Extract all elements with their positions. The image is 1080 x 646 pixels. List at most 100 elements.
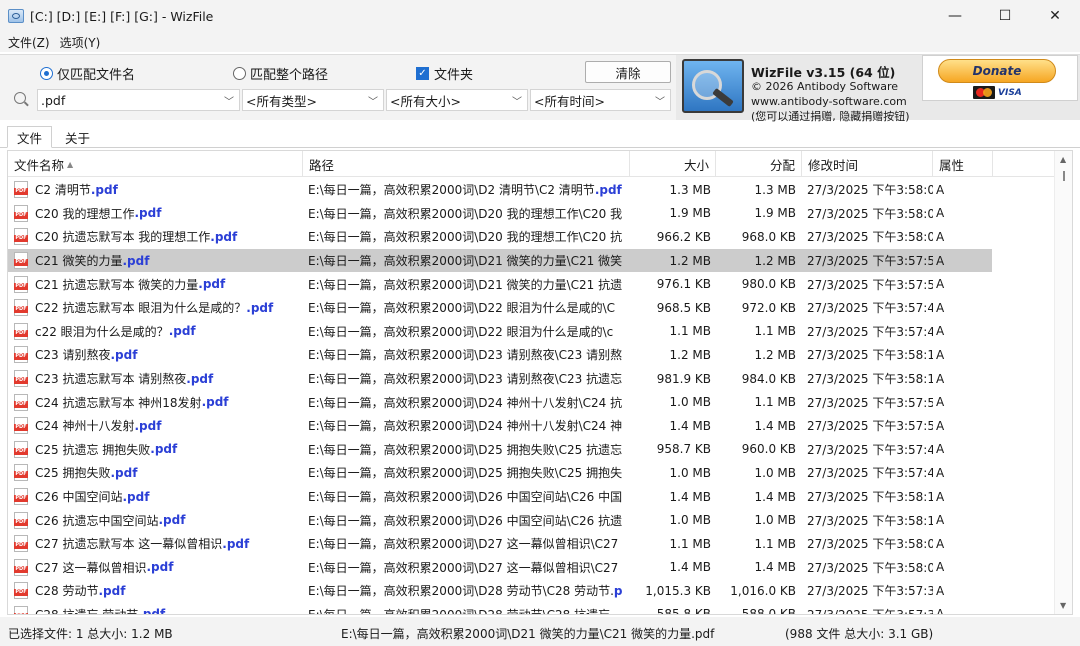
path-text: E:\每日一篇，高效积累2000词\D22 眼泪为什么是咸的\c [308,324,614,339]
file-extension: .pdf [222,536,250,551]
chevron-down-icon[interactable]: ﹀ [368,93,378,108]
tab-files[interactable]: 文件 [7,126,53,148]
size-cell: 585.8 KB [656,607,711,615]
folder-checkbox[interactable]: ✓ 文件夹 [416,64,473,83]
table-row[interactable]: C24 抗遗忘默写本 神州18发射.pdf E:\每日一篇，高效积累2000词\D… [8,390,1054,414]
file-extension: .pdf [146,560,174,575]
pdf-file-icon [14,252,28,270]
path-extension: .pdf [594,182,622,197]
path-text: E:\每日一篇，高效积累2000词\D27 这一幕似曾相识\C27 [308,537,619,552]
file-extension: .pdf [90,182,118,197]
product-title: WizFile v3.15 (64 位) [751,65,896,80]
column-header-modified[interactable]: 修改时间 [802,151,933,177]
attr-cell: A [936,347,945,362]
column-header-size[interactable]: 大小 [630,151,716,177]
tab-about[interactable]: 关于 [56,126,99,148]
table-row[interactable]: C21 微笑的力量.pdf E:\每日一篇，高效积累2000词\D21 微笑的力量… [8,248,992,273]
file-extension: .pdf [122,489,150,504]
path-cell: E:\每日一篇，高效积累2000词\D20 我的理想工作\C20 我 [308,202,626,226]
table-row[interactable]: C26 抗遗忘中国空间站.pdf E:\每日一篇，高效积累2000词\D26 中国… [8,508,1054,532]
file-name-cell: C28 劳动节.pdf [14,579,304,603]
brand-panel: WizFile v3.15 (64 位) © 2026 Antibody Sof… [676,54,1080,123]
table-row[interactable]: C20 抗遗忘默写本 我的理想工作.pdf E:\每日一篇，高效积累2000词\D… [8,225,1054,249]
table-row[interactable]: C25 抗遗忘 拥抱失败.pdf E:\每日一篇，高效积累2000词\D25 拥抱… [8,438,1054,462]
modified-cell: 27/3/2025 下午3:58:02 [807,230,933,245]
table-row[interactable]: C27 抗遗忘默写本 这一幕似曾相识.pdf E:\每日一篇，高效积累2000词\… [8,532,1054,556]
column-path-label: 路径 [309,157,335,173]
donate-button[interactable]: Donate [938,59,1056,83]
menu-options[interactable]: 选项(Y) [60,34,101,51]
path-text: E:\每日一篇，高效积累2000词\D21 微笑的力量\C21 抗遗 [308,277,623,292]
modified-cell: 27/3/2025 下午3:58:07 [807,183,933,198]
file-extension: .pdf [110,465,138,480]
path-cell: E:\每日一篇，高效积累2000词\D23 请别熬夜\C23 抗遗忘 [308,367,626,391]
scroll-down-icon[interactable]: ▼ [1060,601,1066,610]
path-cell: E:\每日一篇，高效积累2000词\D24 神州十八发射\C24 神 [308,414,626,438]
type-select[interactable]: <所有类型> ﹀ [242,89,384,111]
alloc-cell: 1.2 MB [754,347,796,362]
table-row[interactable]: C25 拥抱失败.pdf E:\每日一篇，高效积累2000词\D25 拥抱失败\C… [8,461,1054,485]
table-row[interactable]: C2 清明节.pdfE:\每日一篇，高效积累2000词\D2 清明节\C2 清明… [8,178,1054,202]
pdf-file-icon [14,417,28,435]
alloc-cell: 1.4 MB [754,418,796,433]
website-link[interactable]: www.antibody-software.com [751,95,907,108]
modified-cell: 27/3/2025 下午3:57:41 [807,466,933,481]
donate-note: (您可以通过捐赠, 隐藏捐赠按钮) [751,110,910,123]
column-header-alloc[interactable]: 分配 [716,151,802,177]
file-name-cell: C22 抗遗忘默写本 眼泪为什么是咸的？.pdf [14,296,304,320]
attr-cell: A [936,206,945,221]
table-row[interactable]: C28 抗遗忘 劳动节.pdf E:\每日一篇，高效积累2000词\D28 劳动节… [8,603,1054,615]
chevron-down-icon[interactable]: ﹀ [655,93,665,108]
table-row[interactable]: C22 抗遗忘默写本 眼泪为什么是咸的？.pdf E:\每日一篇，高效积累2000… [8,296,1054,320]
table-row[interactable]: C26 中国空间站.pdf E:\每日一篇，高效积累2000词\D26 中国空间站… [8,485,1054,509]
size-cell: 976.1 KB [656,277,711,292]
column-header-name[interactable]: 文件名称 ▲ [8,151,303,177]
time-select[interactable]: <所有时间> ﹀ [530,89,671,111]
column-header-attr[interactable]: 属性 [933,151,993,177]
scroll-up-icon[interactable]: ▲ [1060,155,1066,164]
modified-cell: 27/3/2025 下午3:57:36 [807,584,933,599]
attr-cell: A [936,607,945,615]
search-input[interactable]: .pdf ﹀ [37,89,240,111]
column-modified-label: 修改时间 [808,157,859,173]
table-row[interactable]: c22 眼泪为什么是咸的？.pdf E:\每日一篇，高效积累2000词\D22 眼… [8,320,1054,344]
minimize-button[interactable]: — [930,0,980,32]
file-name: C2 清明节 [35,183,91,198]
scrollbar-thumb[interactable] [1063,171,1065,181]
menu-file[interactable]: 文件(Z) [8,34,50,51]
maximize-button[interactable]: ☐ [980,0,1030,32]
alloc-cell: 960.0 KB [741,442,796,457]
pdf-file-icon [14,393,28,411]
vertical-scrollbar[interactable]: ▲ ▼ [1054,151,1072,614]
column-alloc-label: 分配 [769,157,795,173]
column-header-path[interactable]: 路径 [303,151,630,177]
attr-cell: A [936,324,945,339]
wizfile-logo [682,59,744,113]
file-name: c22 眼泪为什么是咸的？ [35,324,169,339]
modified-cell: 27/3/2025 下午3:58:12 [807,490,933,505]
attr-cell: A [936,489,945,504]
size-select[interactable]: <所有大小> ﹀ [386,89,528,111]
clear-button[interactable]: 清除 [585,61,671,83]
table-row[interactable]: C23 请别熬夜.pdf E:\每日一篇，高效积累2000词\D23 请别熬夜\C… [8,343,1054,367]
table-row[interactable]: C28 劳动节.pdfE:\每日一篇，高效积累2000词\D28 劳动节\C28… [8,579,1054,603]
column-name-label: 文件名称 [14,157,65,173]
table-row[interactable]: C20 我的理想工作.pdf E:\每日一篇，高效积累2000词\D20 我的理想… [8,202,1054,226]
table-row[interactable]: C21 抗遗忘默写本 微笑的力量.pdf E:\每日一篇，高效积累2000词\D2… [8,272,1054,296]
close-button[interactable]: ✕ [1030,0,1080,32]
radio-match-path-label: 匹配整个路径 [250,68,329,83]
chevron-down-icon[interactable]: ﹀ [512,93,522,108]
table-row[interactable]: C24 神州十八发射.pdf E:\每日一篇，高效积累2000词\D24 神州十八… [8,414,1054,438]
table-row[interactable]: C27 这一幕似曾相识.pdf E:\每日一篇，高效积累2000词\D27 这一幕… [8,556,1054,580]
table-row[interactable]: C23 抗遗忘默写本 请别熬夜.pdf E:\每日一篇，高效积累2000词\D23… [8,367,1054,391]
attr-cell: A [936,513,945,528]
radio-match-path[interactable]: 匹配整个路径 [233,64,328,83]
radio-unselected-icon [233,67,246,80]
attr-cell: A [936,583,945,598]
path-text: E:\每日一篇，高效积累2000词\D26 中国空间站\C26 中国 [308,490,623,505]
path-text: E:\每日一篇，高效积累2000词\D28 劳动节\C28 抗遗忘 [308,607,611,615]
size-cell: 1.0 MB [669,465,711,480]
radio-match-filename[interactable]: 仅匹配文件名 [40,64,135,83]
file-extension: .pdf [122,253,150,268]
chevron-down-icon[interactable]: ﹀ [224,93,234,108]
